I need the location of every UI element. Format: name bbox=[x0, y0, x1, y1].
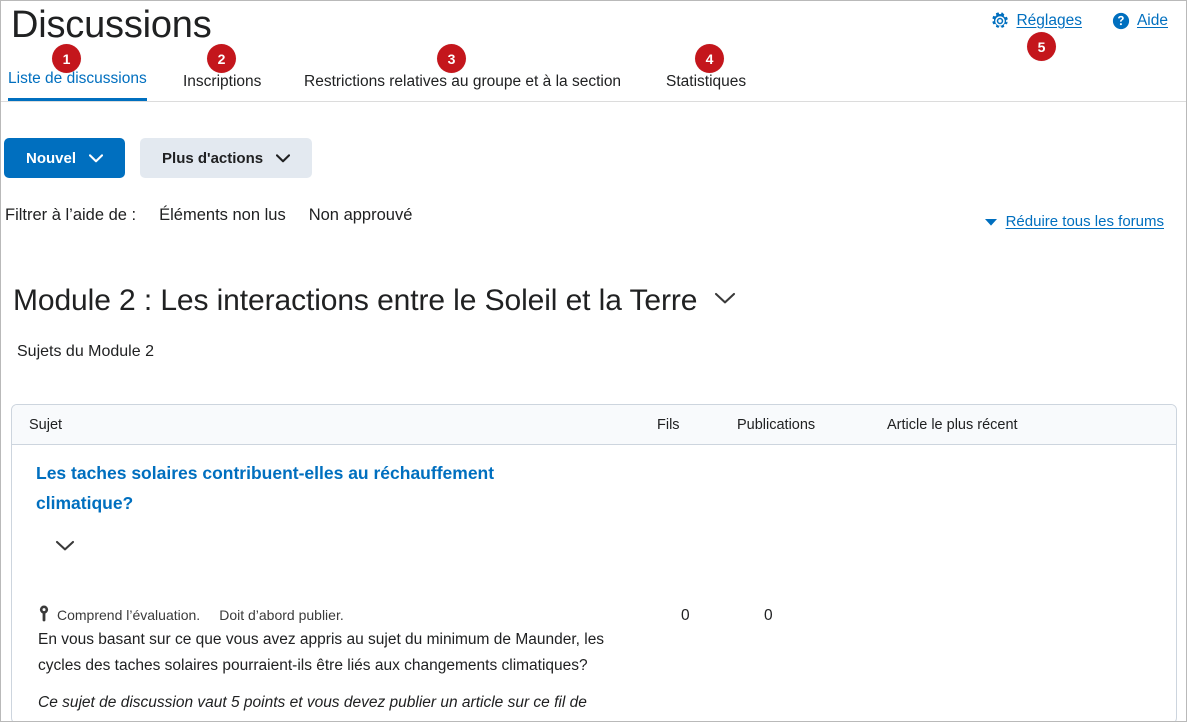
topic-link[interactable]: Les taches solaires contribuent-elles au… bbox=[36, 458, 556, 518]
forum-subtitle: Sujets du Module 2 bbox=[17, 343, 154, 360]
page-title: Discussions bbox=[11, 4, 212, 46]
filter-unapproved[interactable]: Non approuvé bbox=[309, 206, 413, 225]
topic-description: En vous basant sur ce que vous avez appr… bbox=[38, 631, 605, 674]
chevron-down-icon bbox=[276, 153, 291, 163]
topic-note: Ce sujet de discussion vaut 5 points et … bbox=[38, 694, 587, 721]
settings-link[interactable]: Réglages bbox=[991, 12, 1082, 30]
tab-liste-de-discussions[interactable]: Liste de discussions bbox=[8, 70, 147, 101]
collapse-all-forums-label: Réduire tous les forums bbox=[1005, 213, 1164, 230]
filter-unread[interactable]: Éléments non lus bbox=[159, 206, 286, 225]
column-header-subject: Sujet bbox=[29, 416, 63, 433]
help-link-label: Aide bbox=[1136, 12, 1168, 29]
column-header-posts: Publications bbox=[737, 416, 816, 433]
tab-bar: Liste de discussions Inscriptions Restri… bbox=[1, 61, 1186, 102]
pin-icon bbox=[38, 605, 50, 625]
topic-meta-line: Comprend l’évaluation. Doit d’abord publ… bbox=[38, 605, 344, 625]
callout-badge-4: 4 bbox=[695, 44, 724, 73]
column-header-recent-post: Article le plus récent bbox=[887, 416, 1018, 433]
chevron-down-icon bbox=[89, 153, 104, 163]
filter-row: Filtrer à l’aide de : Éléments non lus N… bbox=[5, 206, 412, 225]
callout-badge-3: 3 bbox=[437, 44, 466, 73]
table-header-row: Sujet Fils Publications Article le plus … bbox=[12, 405, 1176, 445]
forum-header: Module 2 : Les interactions entre le Sol… bbox=[13, 284, 736, 318]
caret-down-icon bbox=[984, 213, 997, 230]
gear-icon bbox=[991, 12, 1009, 30]
action-button-row: Nouvel Plus d'actions bbox=[4, 138, 313, 178]
filter-label: Filtrer à l’aide de : bbox=[5, 206, 137, 224]
table-row: Les taches solaires contribuent-elles au… bbox=[12, 445, 1176, 721]
new-button-label: Nouvel bbox=[26, 149, 77, 167]
topic-expand-chevron-icon[interactable] bbox=[55, 539, 75, 557]
topic-meta-must-post: Doit d’abord publier. bbox=[219, 607, 344, 623]
tab-statistiques[interactable]: Statistiques bbox=[666, 73, 746, 101]
new-button[interactable]: Nouvel bbox=[4, 138, 126, 178]
callout-badge-5: 5 bbox=[1027, 32, 1056, 61]
discussions-page: Discussions Réglages Aide Liste de discu… bbox=[0, 0, 1187, 722]
collapse-all-forums-link[interactable]: Réduire tous les forums bbox=[984, 213, 1164, 230]
help-circle-icon bbox=[1112, 12, 1130, 30]
help-link[interactable]: Aide bbox=[1112, 12, 1168, 30]
forum-chevron-down-icon[interactable] bbox=[714, 292, 736, 310]
settings-link-label: Réglages bbox=[1016, 12, 1082, 29]
tab-inscriptions[interactable]: Inscriptions bbox=[183, 73, 261, 101]
callout-badge-2: 2 bbox=[207, 44, 236, 73]
utility-links: Réglages Aide bbox=[991, 12, 1168, 30]
cell-threads-count: 0 bbox=[681, 607, 690, 624]
topic-meta-assessment: Comprend l’évaluation. bbox=[57, 607, 201, 623]
forum-title: Module 2 : Les interactions entre le Sol… bbox=[13, 284, 698, 317]
discussion-table: Sujet Fils Publications Article le plus … bbox=[11, 404, 1177, 721]
more-actions-button-label: Plus d'actions bbox=[162, 149, 264, 167]
callout-badge-1: 1 bbox=[52, 44, 81, 73]
column-header-threads: Fils bbox=[657, 416, 680, 433]
more-actions-button[interactable]: Plus d'actions bbox=[140, 138, 313, 178]
tab-restrictions-groupe-section[interactable]: Restrictions relatives au groupe et à la… bbox=[304, 73, 621, 101]
cell-posts-count: 0 bbox=[764, 607, 773, 624]
